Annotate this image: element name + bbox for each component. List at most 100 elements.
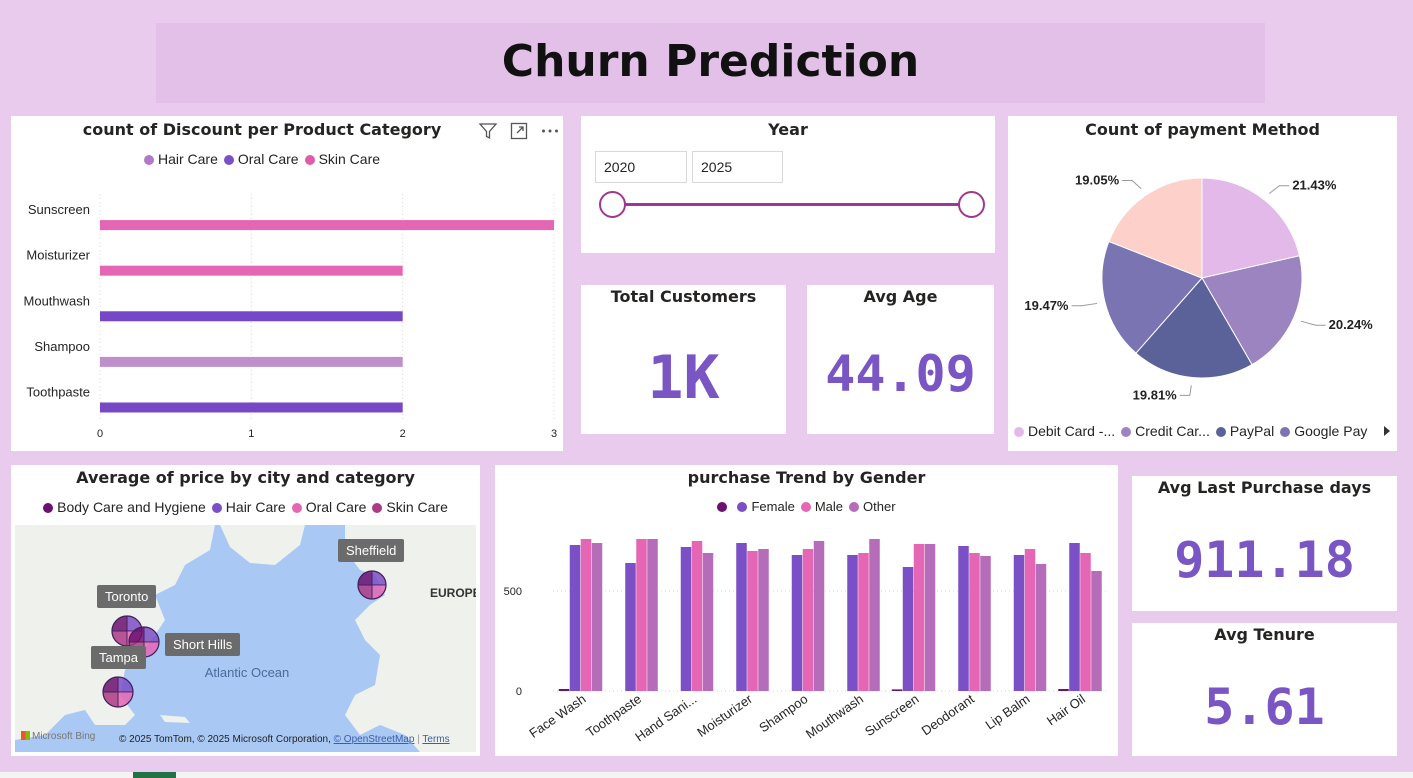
purchase-trend-panel: purchase Trend by Gender Female Male Other… [495,465,1118,756]
purchase-bar [647,539,658,691]
x-category-label: Face Wash [526,691,588,741]
purchase-bar [680,547,692,691]
x-tick-label: 1 [248,428,254,440]
year-end-input[interactable]: 2025 [692,151,783,183]
active-page-tab[interactable] [133,772,176,778]
purchase-bar [1091,571,1102,691]
purchase-bar-chart: 0500Face WashToothpasteHand Sani...Moist… [504,539,1108,744]
discount-bar [100,311,403,322]
sheffield-marker [357,570,387,600]
purchase-bar [802,549,814,691]
x-category-label: Moisturizer [694,691,755,740]
purchase-bar [813,541,825,691]
x-category-label: Sunscreen [862,691,922,739]
page-tab-strip [0,772,1413,778]
map-canvas[interactable]: EUROPE Atlantic Ocean Sheffield Toronto … [15,525,476,752]
legend-label: Debit Card -... [1028,423,1116,439]
payment-legend-item[interactable]: Debit Card -... [1014,423,1115,439]
map-legend-item[interactable]: Body Care and Hygiene [43,499,206,515]
discount-chart-panel: count of Discount per Product Category H… [11,116,563,451]
x-tick-label: 2 [400,428,406,440]
year-start-input[interactable]: 2020 [595,151,687,183]
legend-label: Body Care and Hygiene [57,499,206,515]
legend-marker-icon [1280,427,1291,437]
payment-legend-item[interactable]: Google Pay [1280,423,1367,439]
payment-pie-chart: 21.43% 20.24% 19.81% 19.47% 19.05% [1024,173,1374,403]
legend-marker-icon [43,503,54,513]
legend-label: Google Pay [1294,423,1368,439]
purchase-bar [969,553,980,691]
payment-legend-item[interactable]: Credit Car... [1121,423,1210,439]
purchase-bar [558,689,570,691]
city-label-toronto[interactable]: Toronto [97,585,157,608]
purchase-bar [736,543,747,691]
openstreetmap-link[interactable]: © OpenStreetMap [334,734,415,745]
pie-leader-line [1179,385,1192,396]
purchase-bar [702,553,714,691]
purchase-bar [869,539,880,691]
city-label-tampa[interactable]: Tampa [91,646,147,669]
y-category-label: Shampoo [34,339,90,354]
tampa-marker [102,676,134,708]
map-panel: Average of price by city and category Bo… [11,465,480,756]
purchase-bar [891,689,903,691]
discount-bar [100,220,554,231]
payment-method-panel: Count of payment Method 21.43% 20.24% 19.8… [1008,116,1397,451]
purchase-bar [791,555,803,691]
map-legend-item[interactable]: Oral Care [291,499,366,515]
year-slicer-panel: Year 2020 2025 [581,116,995,253]
purchase-bar [747,551,758,691]
discount-bar [100,402,403,413]
total-customers-label: Total Customers [610,287,757,306]
x-tick-label: 0 [97,428,103,440]
year-slider-start-handle[interactable] [599,191,626,218]
avg-last-purchase-label: Avg Last Purchase days [1157,478,1372,497]
pie-leader-line [1122,180,1142,190]
purchase-bar [980,556,991,691]
pie-data-label: 19.47% [1024,298,1069,313]
y-category-label: Toothpaste [26,384,90,399]
chevron-right-icon[interactable] [1381,424,1393,438]
purchase-bar [1013,555,1025,691]
title-banner: Churn Prediction [156,23,1265,103]
avg-age-card: Avg Age 44.09 [807,285,994,434]
y-category-label: Mouthwash [24,293,90,308]
terms-link[interactable]: Terms [422,734,449,745]
legend-label: Skin Care [386,499,448,515]
bing-logo: Microsoft Bing [21,731,95,742]
year-slider-track[interactable] [612,203,972,206]
city-label-sheffield[interactable]: Sheffield [338,539,405,562]
purchase-bar [1080,553,1091,691]
map-legend-item[interactable]: Skin Care [372,499,448,515]
legend-marker-icon [1014,427,1024,437]
year-slider-end-handle[interactable] [958,191,985,218]
windows-logo-icon [21,731,30,740]
year-slicer-title: Year [768,120,808,139]
legend-marker-icon [211,503,222,513]
pie-data-label: 20.24% [1329,317,1374,332]
total-customers-card: Total Customers 1K [581,285,786,434]
avg-age-label: Avg Age [863,287,938,306]
y-category-label: Moisturizer [26,248,90,263]
discount-bar-chart: 0 1 2 3 Sunscreen Moisturizer Mouthwash Shampoo… [24,194,557,440]
purchase-bar [591,543,603,691]
purchase-bar [1035,564,1047,691]
purchase-bar [913,544,925,691]
page-title: Churn Prediction [501,36,920,87]
discount-bar [100,356,403,367]
legend-label: Hair Care [225,499,286,515]
pie-data-label: 19.05% [1075,173,1120,188]
legend-label: PayPal [1229,423,1275,439]
city-label-short-hills[interactable]: Short Hills [165,633,241,656]
map-legend-item[interactable]: Hair Care [211,499,286,515]
payment-chart-legend: Debit Card -... Credit Car... PayPal Google… [1014,423,1379,439]
purchase-bar [691,541,703,691]
avg-tenure-value: 5.61 [1204,678,1325,736]
legend-label: Credit Car... [1135,423,1210,439]
legend-marker-icon [291,503,302,513]
x-tick-label: 3 [551,428,557,440]
payment-legend-item[interactable]: PayPal [1215,423,1275,439]
purchase-bar [758,549,769,691]
discount-bar [100,265,403,276]
purchase-bar [580,539,592,691]
